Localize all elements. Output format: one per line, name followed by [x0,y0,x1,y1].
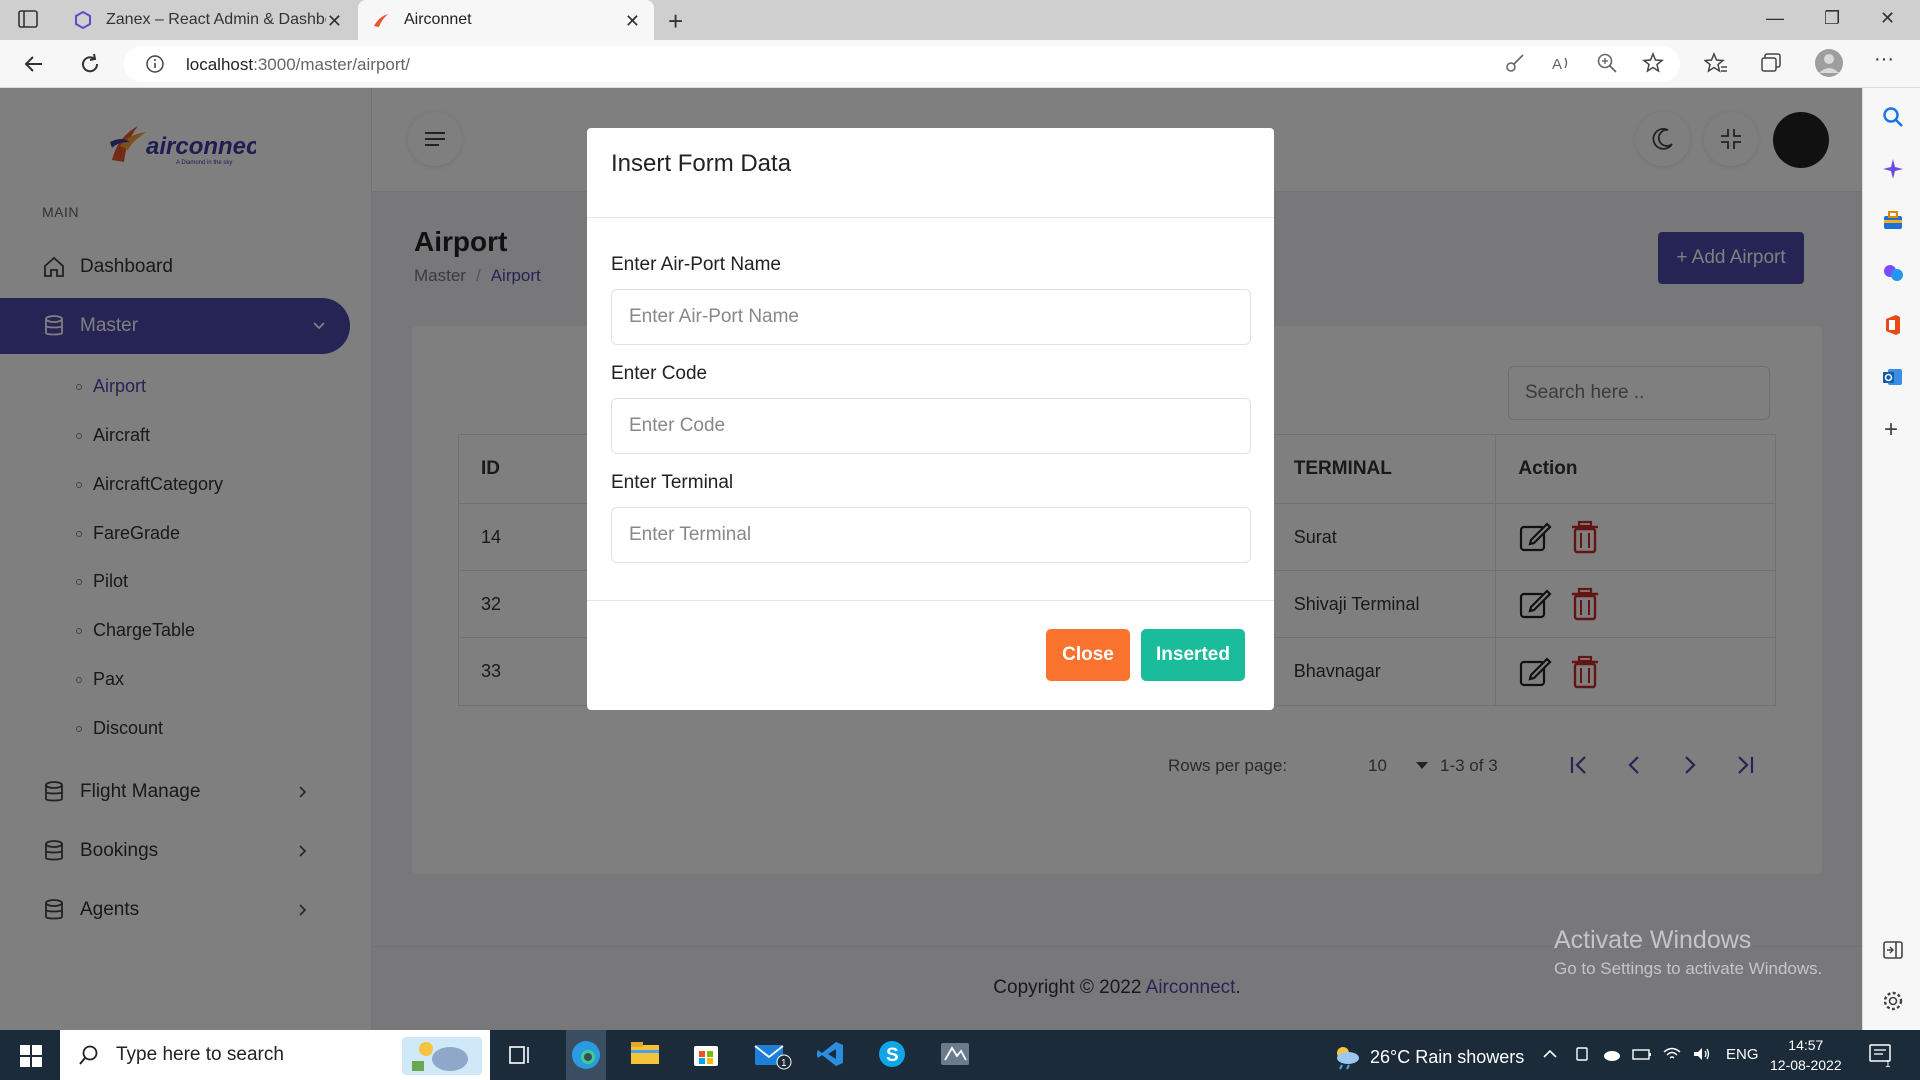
tab-title: Zanex – React Admin & Dashboa [106,11,326,28]
terminal-input[interactable]: Enter Terminal [611,507,1251,563]
watermark-subtitle: Go to Settings to activate Windows. [1554,959,1823,978]
browser-tab-zanex[interactable]: Zanex – React Admin & Dashboa ✕ [60,0,356,40]
site-info-icon[interactable] [146,55,164,73]
modal-title: Insert Form Data [587,128,1274,218]
airconnect-favicon-icon [372,11,390,29]
wifi-icon[interactable] [1662,1046,1682,1062]
search-highlight-illustration-icon [402,1033,482,1077]
battery-icon[interactable] [1632,1046,1652,1062]
read-aloud-icon[interactable]: A [1550,52,1572,74]
microsoft-store-icon[interactable] [692,1040,724,1070]
collections-icon[interactable] [1760,52,1782,74]
taskbar-search-input[interactable]: Type here to search [60,1030,490,1080]
terminal-label: Enter Terminal [611,472,734,493]
close-tab-icon[interactable]: ✕ [625,11,640,32]
add-favorite-icon[interactable] [1642,52,1664,74]
file-explorer-icon[interactable] [630,1040,662,1070]
settings-gear-icon[interactable] [1882,990,1904,1012]
watermark-title: Activate Windows [1554,926,1752,954]
rain-cloud-icon [1332,1044,1360,1070]
favorites-icon[interactable] [1704,52,1728,74]
tab-title: Airconnet [404,11,472,28]
tab-actions-icon[interactable] [18,10,38,28]
svg-text:A: A [1552,56,1562,73]
browser-tab-airconnet[interactable]: Airconnet ✕ [358,0,654,40]
task-view-icon[interactable] [508,1043,540,1073]
copilot-icon[interactable] [1882,158,1904,180]
url-field[interactable]: localhost:3000/master/airport/ [124,46,1680,82]
activate-windows-watermark: Activate Windows Go to Settings to activ… [1554,926,1822,979]
weather-widget[interactable]: 26°C Rain showers [1332,1044,1524,1070]
browser-tab-strip: Zanex – React Admin & Dashboa ✕ Airconne… [0,0,1920,40]
inserted-button[interactable]: Inserted [1141,629,1245,681]
minimize-icon[interactable]: — [1766,8,1784,29]
svg-text:1: 1 [781,1058,787,1069]
clock-date: 12-08-2022 [1770,1057,1842,1073]
shopping-icon[interactable] [1882,210,1904,232]
outlook-icon[interactable] [1882,366,1904,388]
clock-time: 14:57 [1788,1037,1824,1053]
restore-icon[interactable]: ❐ [1824,8,1840,29]
code-label: Enter Code [611,363,708,384]
language-indicator[interactable]: ENG [1726,1046,1759,1063]
close-tab-icon[interactable]: ✕ [327,11,342,32]
browser-address-bar: localhost:3000/master/airport/ A ··· [0,40,1920,88]
window-close-icon[interactable]: ✕ [1880,8,1895,29]
office-icon[interactable] [1882,314,1904,336]
airport-name-label: Enter Air-Port Name [611,254,781,275]
new-tab-icon[interactable]: + [668,6,683,37]
cloud-icon[interactable] [1602,1046,1622,1062]
device-icon[interactable] [1574,1046,1590,1062]
reload-icon[interactable] [78,52,102,76]
back-icon[interactable] [22,52,46,76]
vscode-icon[interactable] [816,1040,848,1070]
add-icon[interactable]: + [1884,416,1898,444]
games-icon[interactable] [1882,262,1904,284]
search-icon[interactable] [1882,106,1904,128]
chevron-up-icon[interactable] [1542,1046,1558,1062]
hide-sidebar-icon[interactable] [1882,940,1904,960]
skype-icon[interactable]: S [878,1040,910,1070]
svg-text:S: S [886,1045,899,1066]
more-options-icon[interactable]: ··· [1874,48,1894,71]
search-icon [78,1044,100,1066]
zoom-icon[interactable] [1596,52,1618,74]
key-icon[interactable] [1504,52,1526,74]
svg-text:1: 1 [1885,1059,1891,1068]
weather-text: 26°C Rain showers [1370,1046,1525,1067]
url-text: localhost:3000/master/airport/ [186,55,410,74]
taskbar-clock[interactable]: 14:57 12-08-2022 [1770,1035,1842,1075]
airport-name-input[interactable]: Enter Air-Port Name [611,289,1251,345]
remote-app-icon[interactable] [940,1040,972,1070]
edge-side-panel: + [1862,88,1920,1030]
volume-icon[interactable] [1692,1046,1712,1062]
profile-icon[interactable] [1814,48,1844,78]
close-button[interactable]: Close [1046,629,1130,681]
zanex-favicon-icon [74,11,92,29]
taskbar-search-placeholder: Type here to search [116,1044,284,1065]
insert-form-modal: Insert Form Data Enter Air-Port Name Ent… [587,128,1274,710]
modal-footer: Close Inserted [587,600,1274,710]
code-input[interactable]: Enter Code [611,398,1251,454]
windows-taskbar: Type here to search 1 S 26°C Rain shower… [0,1030,1920,1080]
mail-icon[interactable]: 1 [754,1040,794,1070]
notification-icon[interactable]: 1 [1868,1042,1894,1068]
windows-start-icon[interactable] [20,1045,42,1067]
edge-taskbar-icon[interactable] [566,1030,606,1080]
